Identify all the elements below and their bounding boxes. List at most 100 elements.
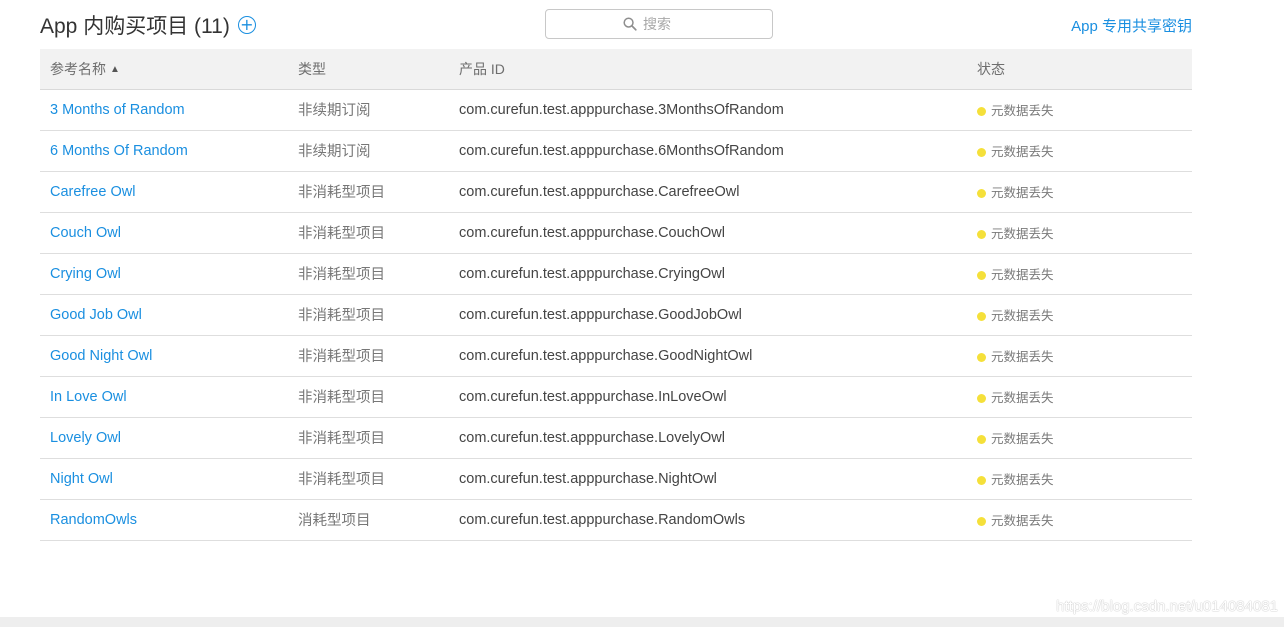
status-dot-icon bbox=[977, 271, 986, 280]
product-id-cell: com.curefun.test.apppurchase.3MonthsOfRa… bbox=[449, 89, 967, 131]
product-id-cell: com.curefun.test.apppurchase.NightOwl bbox=[449, 458, 967, 500]
search-field[interactable] bbox=[545, 9, 773, 39]
column-label-type: 类型 bbox=[298, 60, 326, 77]
reference-name-link[interactable]: Good Job Owl bbox=[40, 294, 288, 336]
status-text: 元数据丢失 bbox=[991, 186, 1054, 200]
status-dot-icon bbox=[977, 148, 986, 157]
product-id-cell: com.curefun.test.apppurchase.6MonthsOfRa… bbox=[449, 130, 967, 172]
status-dot-icon bbox=[977, 353, 986, 362]
page: App 内购买项目 (11) + App 专用共享密钥 参考名称 ▲ 类型 产品 … bbox=[0, 0, 1284, 627]
page-title: App 内购买项目 (11) + bbox=[40, 10, 256, 40]
product-id-cell: com.curefun.test.apppurchase.CryingOwl bbox=[449, 253, 967, 295]
status-text: 元数据丢失 bbox=[991, 432, 1054, 446]
footer-bar bbox=[0, 617, 1284, 627]
column-label-status: 状态 bbox=[977, 60, 1005, 77]
status-cell: 元数据丢失 bbox=[967, 294, 1192, 336]
watermark: https://blog.csdn.net/u014084081 bbox=[1056, 598, 1278, 615]
table-row[interactable]: Carefree Owl 非消耗型项目 com.curefun.test.apppu… bbox=[40, 171, 1192, 213]
reference-name-link[interactable]: Crying Owl bbox=[40, 253, 288, 295]
status-text: 元数据丢失 bbox=[991, 473, 1054, 487]
column-header-type[interactable]: 类型 bbox=[288, 49, 449, 90]
status-cell: 元数据丢失 bbox=[967, 335, 1192, 377]
magnifier-icon bbox=[623, 17, 637, 31]
shared-secret-link[interactable]: App 专用共享密钥 bbox=[1071, 15, 1192, 36]
status-dot-icon bbox=[977, 435, 986, 444]
status-dot-icon bbox=[977, 107, 986, 116]
reference-name-link[interactable]: 6 Months Of Random bbox=[40, 130, 288, 172]
status-cell: 元数据丢失 bbox=[967, 89, 1192, 131]
reference-name-link[interactable]: Night Owl bbox=[40, 458, 288, 500]
status-text: 元数据丢失 bbox=[991, 227, 1054, 241]
status-cell: 元数据丢失 bbox=[967, 458, 1192, 500]
status-dot-icon bbox=[977, 476, 986, 485]
product-id-cell: com.curefun.test.apppurchase.InLoveOwl bbox=[449, 376, 967, 418]
table-row[interactable]: Couch Owl 非消耗型项目 com.curefun.test.apppurch… bbox=[40, 212, 1192, 254]
status-cell: 元数据丢失 bbox=[967, 417, 1192, 459]
table-body: 3 Months of Random 非续期订阅 com.curefun.test.… bbox=[40, 89, 1192, 541]
status-dot-icon bbox=[977, 189, 986, 198]
reference-name-link[interactable]: Carefree Owl bbox=[40, 171, 288, 213]
table-row[interactable]: Lovely Owl 非消耗型项目 com.curefun.test.apppurc… bbox=[40, 417, 1192, 459]
product-id-cell: com.curefun.test.apppurchase.GoodNightOw… bbox=[449, 335, 967, 377]
type-cell: 非续期订阅 bbox=[288, 89, 449, 131]
reference-name-link[interactable]: Couch Owl bbox=[40, 212, 288, 254]
column-label-reference-name: 参考名称 bbox=[50, 60, 106, 77]
type-cell: 非消耗型项目 bbox=[288, 458, 449, 500]
reference-name-link[interactable]: Good Night Owl bbox=[40, 335, 288, 377]
search-input[interactable] bbox=[641, 15, 695, 33]
status-text: 元数据丢失 bbox=[991, 514, 1054, 528]
status-text: 元数据丢失 bbox=[991, 145, 1054, 159]
status-cell: 元数据丢失 bbox=[967, 130, 1192, 172]
product-id-cell: com.curefun.test.apppurchase.CarefreeOwl bbox=[449, 171, 967, 213]
type-cell: 非消耗型项目 bbox=[288, 376, 449, 418]
column-label-product-id: 产品 ID bbox=[459, 60, 505, 77]
product-id-cell: com.curefun.test.apppurchase.GoodJobOwl bbox=[449, 294, 967, 336]
status-text: 元数据丢失 bbox=[991, 391, 1054, 405]
status-cell: 元数据丢失 bbox=[967, 212, 1192, 254]
page-header: App 内购买项目 (11) + App 专用共享密钥 bbox=[40, 0, 1192, 48]
status-cell: 元数据丢失 bbox=[967, 499, 1192, 541]
table-row[interactable]: In Love Owl 非消耗型项目 com.curefun.test.apppur… bbox=[40, 376, 1192, 418]
table-row[interactable]: Crying Owl 非消耗型项目 com.curefun.test.apppurc… bbox=[40, 253, 1192, 295]
status-text: 元数据丢失 bbox=[991, 309, 1054, 323]
status-cell: 元数据丢失 bbox=[967, 253, 1192, 295]
column-header-status[interactable]: 状态 bbox=[967, 49, 1192, 90]
table-row[interactable]: Good Night Owl 非消耗型项目 com.curefun.test.app… bbox=[40, 335, 1192, 377]
type-cell: 非消耗型项目 bbox=[288, 212, 449, 254]
status-dot-icon bbox=[977, 312, 986, 321]
reference-name-link[interactable]: RandomOwls bbox=[40, 499, 288, 541]
type-cell: 消耗型项目 bbox=[288, 499, 449, 541]
table-row[interactable]: 3 Months of Random 非续期订阅 com.curefun.test.… bbox=[40, 89, 1192, 131]
product-id-cell: com.curefun.test.apppurchase.LovelyOwl bbox=[449, 417, 967, 459]
status-cell: 元数据丢失 bbox=[967, 376, 1192, 418]
column-header-product-id[interactable]: 产品 ID bbox=[449, 49, 967, 90]
reference-name-link[interactable]: 3 Months of Random bbox=[40, 89, 288, 131]
status-text: 元数据丢失 bbox=[991, 350, 1054, 364]
table-row[interactable]: 6 Months Of Random 非续期订阅 com.curefun.test.… bbox=[40, 130, 1192, 172]
status-dot-icon bbox=[977, 230, 986, 239]
iap-table: 参考名称 ▲ 类型 产品 ID 状态 3 Months of Random 非续期订… bbox=[40, 49, 1192, 541]
type-cell: 非消耗型项目 bbox=[288, 335, 449, 377]
type-cell: 非消耗型项目 bbox=[288, 417, 449, 459]
status-cell: 元数据丢失 bbox=[967, 171, 1192, 213]
type-cell: 非消耗型项目 bbox=[288, 171, 449, 213]
product-id-cell: com.curefun.test.apppurchase.RandomOwls bbox=[449, 499, 967, 541]
product-id-cell: com.curefun.test.apppurchase.CouchOwl bbox=[449, 212, 967, 254]
sort-ascending-icon: ▲ bbox=[110, 63, 120, 75]
plus-circle-icon[interactable]: + bbox=[237, 16, 256, 34]
table-header-row: 参考名称 ▲ 类型 产品 ID 状态 bbox=[40, 49, 1192, 90]
reference-name-link[interactable]: In Love Owl bbox=[40, 376, 288, 418]
type-cell: 非续期订阅 bbox=[288, 130, 449, 172]
status-dot-icon bbox=[977, 517, 986, 526]
table-row[interactable]: Good Job Owl 非消耗型项目 com.curefun.test.apppu… bbox=[40, 294, 1192, 336]
type-cell: 非消耗型项目 bbox=[288, 253, 449, 295]
reference-name-link[interactable]: Lovely Owl bbox=[40, 417, 288, 459]
type-cell: 非消耗型项目 bbox=[288, 294, 449, 336]
status-dot-icon bbox=[977, 394, 986, 403]
table-row[interactable]: Night Owl 非消耗型项目 com.curefun.test.apppurch… bbox=[40, 458, 1192, 500]
column-header-reference-name[interactable]: 参考名称 ▲ bbox=[40, 49, 288, 90]
table-row[interactable]: RandomOwls 消耗型项目 com.curefun.test.apppurch… bbox=[40, 499, 1192, 541]
status-text: 元数据丢失 bbox=[991, 104, 1054, 118]
page-title-text: App 内购买项目 (11) bbox=[40, 15, 230, 38]
status-text: 元数据丢失 bbox=[991, 268, 1054, 282]
